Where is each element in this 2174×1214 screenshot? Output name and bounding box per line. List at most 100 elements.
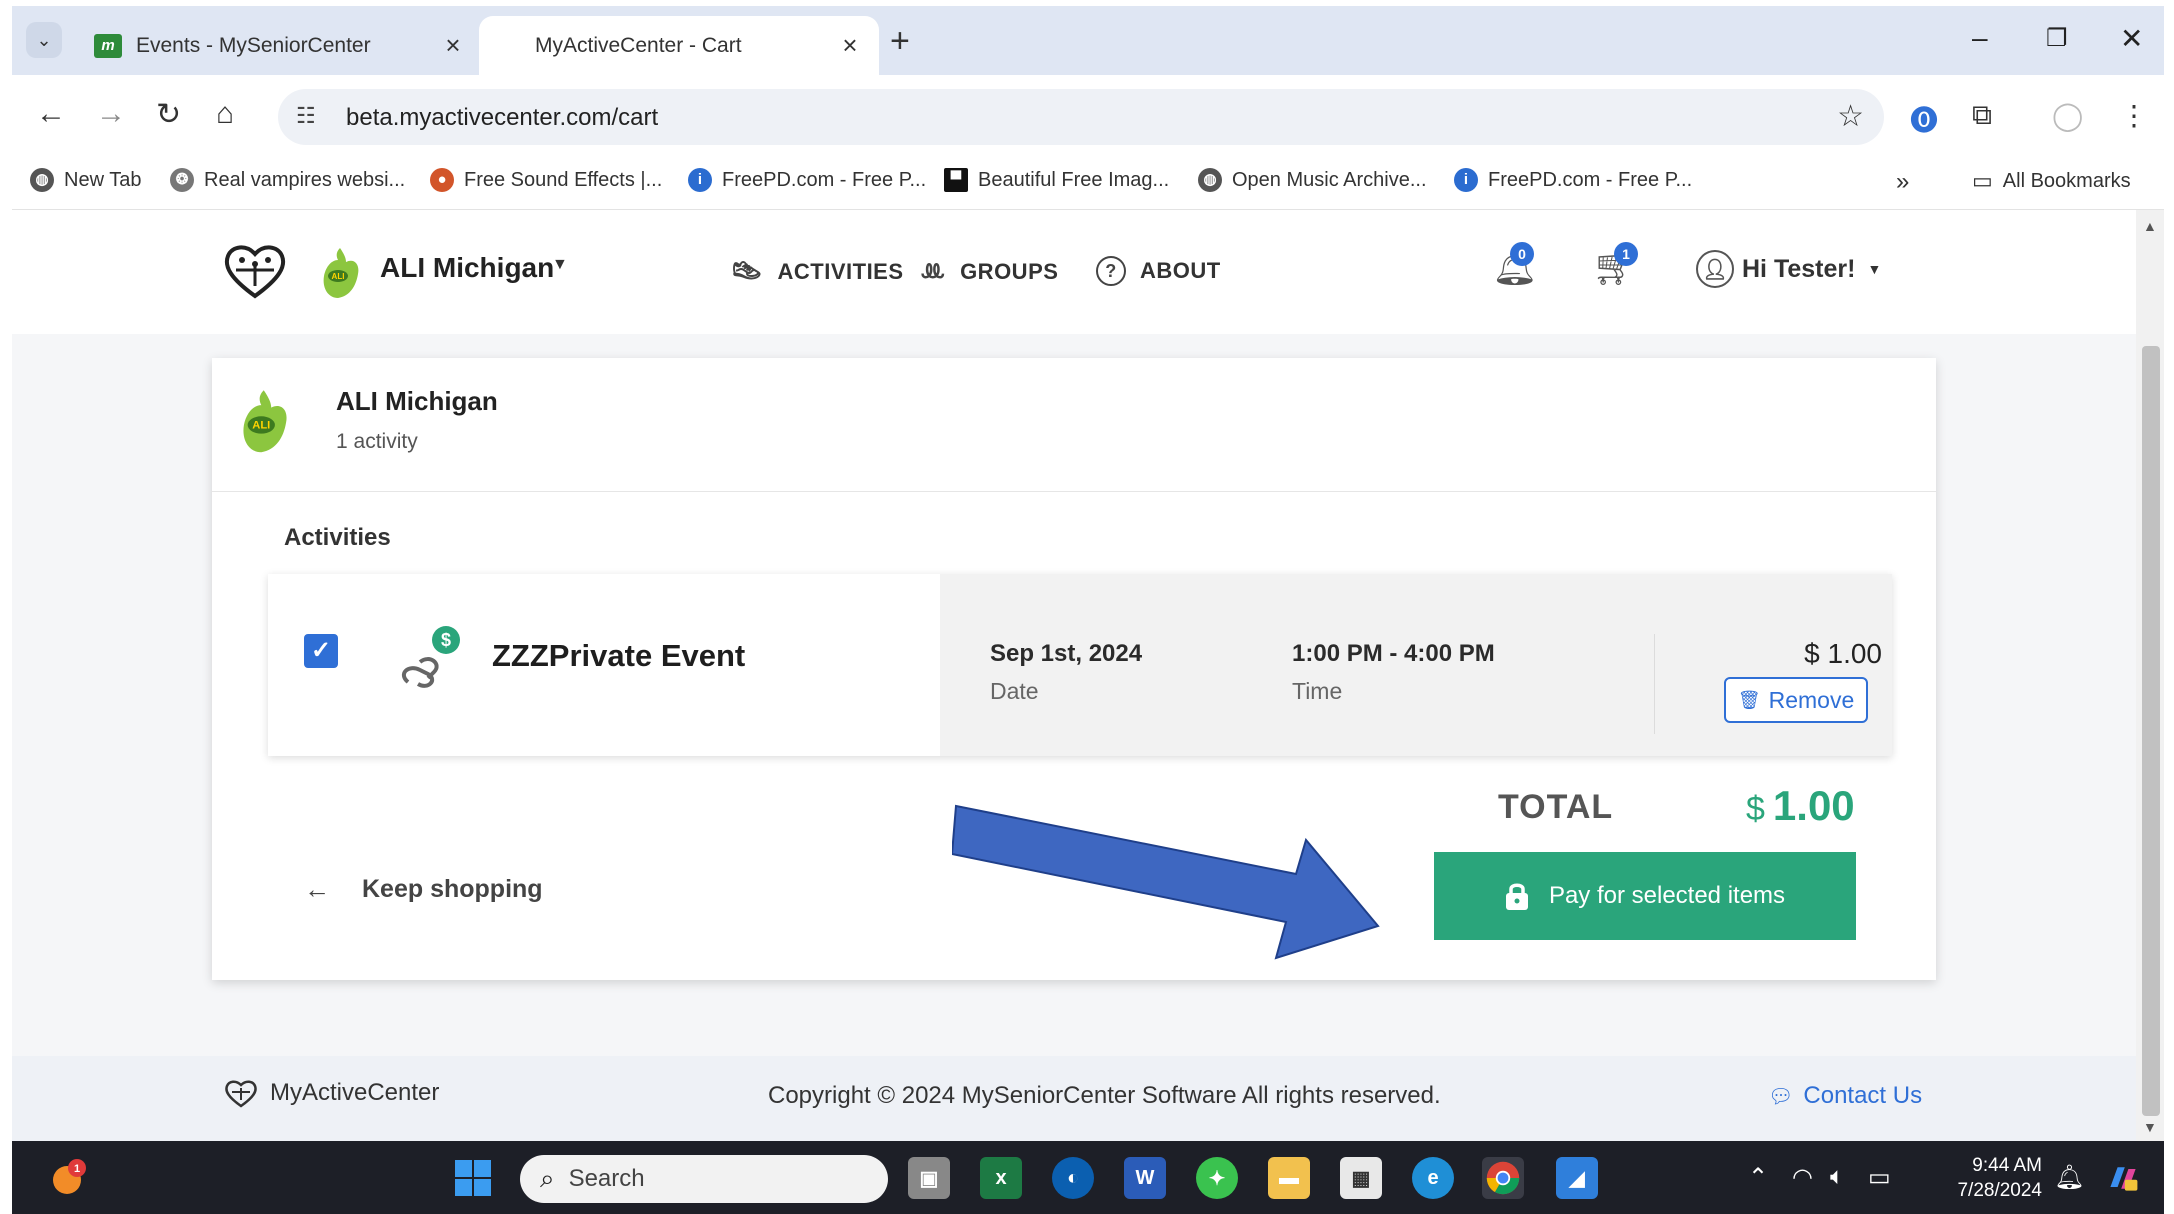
item-price: $ 1.00	[1804, 638, 1882, 669]
forward-icon[interactable]: →	[96, 97, 126, 131]
minimize-icon[interactable]: –	[1972, 22, 1988, 54]
volume-icon[interactable]: 🔈︎	[1830, 1163, 1844, 1191]
copyright-text: Copyright © 2024 MySeniorCenter Software…	[768, 1082, 1441, 1109]
user-menu[interactable]: 👤︎ Hi Tester! ▼	[1696, 250, 1881, 288]
profile-icon[interactable]: ◯	[2052, 99, 2083, 132]
svg-text:ALI: ALI	[252, 420, 270, 432]
scroll-down-icon[interactable]: ▼	[2143, 1119, 2157, 1135]
tab-search-button[interactable]: ⌄	[26, 22, 62, 58]
cart-icon[interactable]: 🛒︎ 1	[1592, 242, 1638, 288]
bookmark-item[interactable]: ❂ Real vampires websi...	[170, 168, 405, 192]
bookmark-item[interactable]: i FreePD.com - Free P...	[688, 168, 926, 192]
tab-events[interactable]: m Events - MySeniorCenter ×	[82, 16, 482, 75]
nav-about[interactable]: ? ABOUT	[1096, 256, 1221, 286]
url-text[interactable]: beta.myactivecenter.com/cart	[346, 104, 658, 132]
more-bookmarks-icon[interactable]: »	[1896, 168, 1909, 196]
copilot-icon[interactable]: ◐	[1052, 1157, 1094, 1199]
bookmark-star-icon[interactable]: ☆	[1837, 99, 1864, 134]
keep-shopping-link[interactable]: ← Keep shopping	[304, 874, 543, 905]
extensions-icon[interactable]: ⧉	[1972, 99, 1992, 132]
event-name: ZZZPrivate Event	[492, 638, 746, 673]
microsoft-store-icon[interactable]: ▦	[1340, 1157, 1382, 1199]
org-switcher[interactable]: ALI Michigan	[380, 252, 554, 284]
page-scrollbar[interactable]: ▲ ▼	[2136, 210, 2164, 1141]
trash-icon: 🗑︎	[1737, 689, 1761, 710]
clock-date: 7/28/2024	[1957, 1180, 2042, 1201]
close-window-icon[interactable]: ✕	[2120, 22, 2143, 55]
arrow-left-icon: ←	[304, 874, 330, 904]
bookmark-label: Beautiful Free Imag...	[978, 168, 1170, 191]
bookmarks-bar: ◍ New Tab ❂ Real vampires websi... ● Fre…	[12, 156, 2164, 210]
footer-brand[interactable]: MyActiveCenter	[224, 1078, 439, 1108]
home-icon[interactable]: ⌂	[216, 97, 234, 131]
scroll-thumb[interactable]	[2142, 346, 2160, 1116]
cart-count-badge: 1	[1614, 242, 1638, 266]
heart-logo-icon[interactable]	[222, 240, 288, 300]
all-bookmarks[interactable]: ▭ All Bookmarks	[1972, 168, 2131, 194]
freepd-icon: i	[688, 168, 712, 192]
image-site-icon: ▀	[944, 168, 968, 192]
svg-text:ALI: ALI	[332, 272, 345, 281]
address-bar[interactable]: ☷ beta.myactivecenter.com/cart ☆	[278, 89, 1884, 145]
cart-org-header: ALI ALI Michigan 1 activity	[212, 358, 1936, 492]
windows-start-icon[interactable]	[452, 1157, 494, 1199]
nav-label: ACTIVITIES	[777, 258, 904, 284]
taskbar-search[interactable]: ⌕ Search	[520, 1155, 888, 1203]
copilot-icon[interactable]	[2102, 1157, 2144, 1199]
total-value: 1.00	[1772, 782, 1855, 829]
chrome-icon[interactable]	[1482, 1157, 1524, 1199]
search-placeholder: Search	[568, 1165, 645, 1192]
lock-icon	[1505, 883, 1528, 910]
menu-icon[interactable]: ⋮	[2120, 99, 2148, 132]
tab-cart[interactable]: MyActiveCenter - Cart ×	[479, 16, 879, 75]
close-icon[interactable]: ×	[438, 30, 468, 61]
notification-bell-icon[interactable]: 🔔︎	[2054, 1163, 2084, 1192]
caret-down-icon[interactable]: ▼	[552, 256, 568, 274]
edge-icon[interactable]: e	[1412, 1157, 1454, 1199]
heart-logo-icon	[225, 1080, 257, 1108]
contact-us-link[interactable]: 💬︎ Contact Us	[1768, 1082, 1922, 1110]
pay-button[interactable]: Pay for selected items	[1434, 852, 1856, 940]
back-icon[interactable]: ←	[36, 97, 66, 131]
svg-text:$: $	[441, 630, 451, 650]
bat-icon: ❂	[170, 168, 194, 192]
weather-widget-icon[interactable]: 1	[48, 1157, 90, 1199]
windows-taskbar: 1 ⌕ Search ▣ x ◐ W ✦ ▬ ▦ e ◢ ⌃ ◠ 🔈︎ ▭ 9:…	[12, 1141, 2164, 1214]
close-icon[interactable]: ×	[835, 30, 865, 61]
remove-button[interactable]: 🗑︎ Remove	[1724, 677, 1868, 723]
scroll-up-icon[interactable]: ▲	[2143, 218, 2157, 234]
section-label: Activities	[284, 524, 391, 551]
battery-icon[interactable]: ▭	[1868, 1163, 1891, 1192]
restore-icon[interactable]: ❐	[2046, 24, 2068, 53]
site-settings-icon[interactable]: ☷	[296, 103, 326, 131]
show-hidden-icons[interactable]: ⌃	[1748, 1163, 1768, 1192]
bookmark-item[interactable]: i FreePD.com - Free P...	[1454, 168, 1692, 192]
bookmark-item[interactable]: ● Free Sound Effects |...	[430, 168, 662, 192]
reload-icon[interactable]: ↻	[156, 97, 181, 132]
task-view-icon[interactable]: ▣	[908, 1157, 950, 1199]
nav-label: GROUPS	[960, 259, 1059, 284]
nav-activities[interactable]: 👟︎ ACTIVITIES	[730, 256, 904, 287]
file-explorer-icon[interactable]: ▬	[1268, 1157, 1310, 1199]
excel-icon[interactable]: x	[980, 1157, 1022, 1199]
password-manager-icon[interactable]: ⓿	[1910, 99, 1938, 139]
bookmark-item[interactable]: ◍ New Tab	[30, 168, 141, 192]
caret-down-icon: ▼	[1867, 261, 1882, 277]
app-icon[interactable]: ◢	[1556, 1157, 1598, 1199]
wifi-icon[interactable]: ◠	[1792, 1163, 1813, 1192]
new-tab-button[interactable]: +	[890, 24, 910, 58]
tab-title: MyActiveCenter - Cart	[535, 33, 742, 57]
taskbar-clock[interactable]: 9:44 AM 7/28/2024	[1932, 1153, 2042, 1203]
notifications-bell-icon[interactable]: 🔔︎ 0	[1492, 242, 1538, 288]
tab-title: Events - MySeniorCenter	[136, 33, 371, 57]
bookmark-item[interactable]: ▀ Beautiful Free Imag...	[944, 168, 1169, 192]
total-currency: $	[1746, 790, 1765, 828]
bookmark-item[interactable]: ◍ Open Music Archive...	[1198, 168, 1427, 192]
user-avatar-icon: 👤︎	[1696, 250, 1734, 288]
app-icon[interactable]: ✦	[1196, 1157, 1238, 1199]
people-icon: ꔛ	[920, 256, 947, 286]
activity-count: 1 activity	[336, 430, 418, 453]
item-select-checkbox[interactable]: ✓	[304, 634, 338, 668]
nav-groups[interactable]: ꔛ GROUPS	[920, 256, 1058, 288]
word-icon[interactable]: W	[1124, 1157, 1166, 1199]
